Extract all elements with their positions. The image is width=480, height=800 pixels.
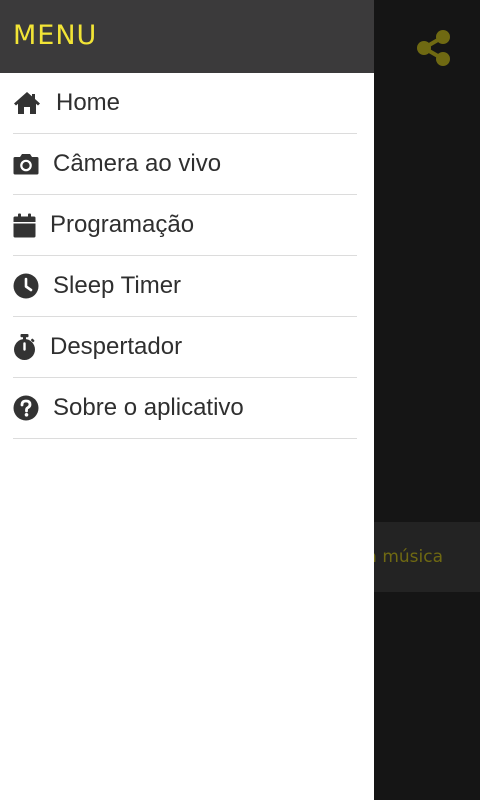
- menu-item-home[interactable]: Home: [13, 73, 357, 134]
- calendar-icon: [13, 211, 50, 239]
- menu-item-label: Sobre o aplicativo: [53, 394, 244, 421]
- menu-item-label: Sleep Timer: [53, 272, 182, 299]
- now-playing-text: a música: [374, 547, 443, 567]
- menu-item-label: Despertador: [50, 333, 183, 360]
- question-circle-icon: [13, 394, 53, 422]
- drawer-header: MENU: [0, 0, 374, 73]
- stopwatch-icon: [13, 333, 50, 361]
- camera-icon: [13, 150, 53, 178]
- now-playing-bar: a música: [374, 522, 480, 592]
- menu-item-label: Programação: [50, 211, 195, 238]
- menu-item-schedule[interactable]: Programação: [13, 195, 357, 256]
- menu-item-camera[interactable]: Câmera ao vivo: [13, 134, 357, 195]
- home-icon: [13, 89, 56, 117]
- menu-item-sleep-timer[interactable]: Sleep Timer: [13, 256, 357, 317]
- menu-item-alarm[interactable]: Despertador: [13, 317, 357, 378]
- menu-item-label: Home: [56, 89, 121, 116]
- drawer-title: MENU: [13, 20, 98, 51]
- navigation-drawer: MENU Home Câmera ao vivo Programação Sle…: [0, 0, 374, 800]
- share-icon[interactable]: [414, 28, 454, 68]
- menu-item-label: Câmera ao vivo: [53, 150, 222, 177]
- menu-item-about[interactable]: Sobre o aplicativo: [13, 378, 357, 439]
- menu-list: Home Câmera ao vivo Programação Sleep Ti…: [0, 73, 374, 439]
- clock-icon: [13, 272, 53, 300]
